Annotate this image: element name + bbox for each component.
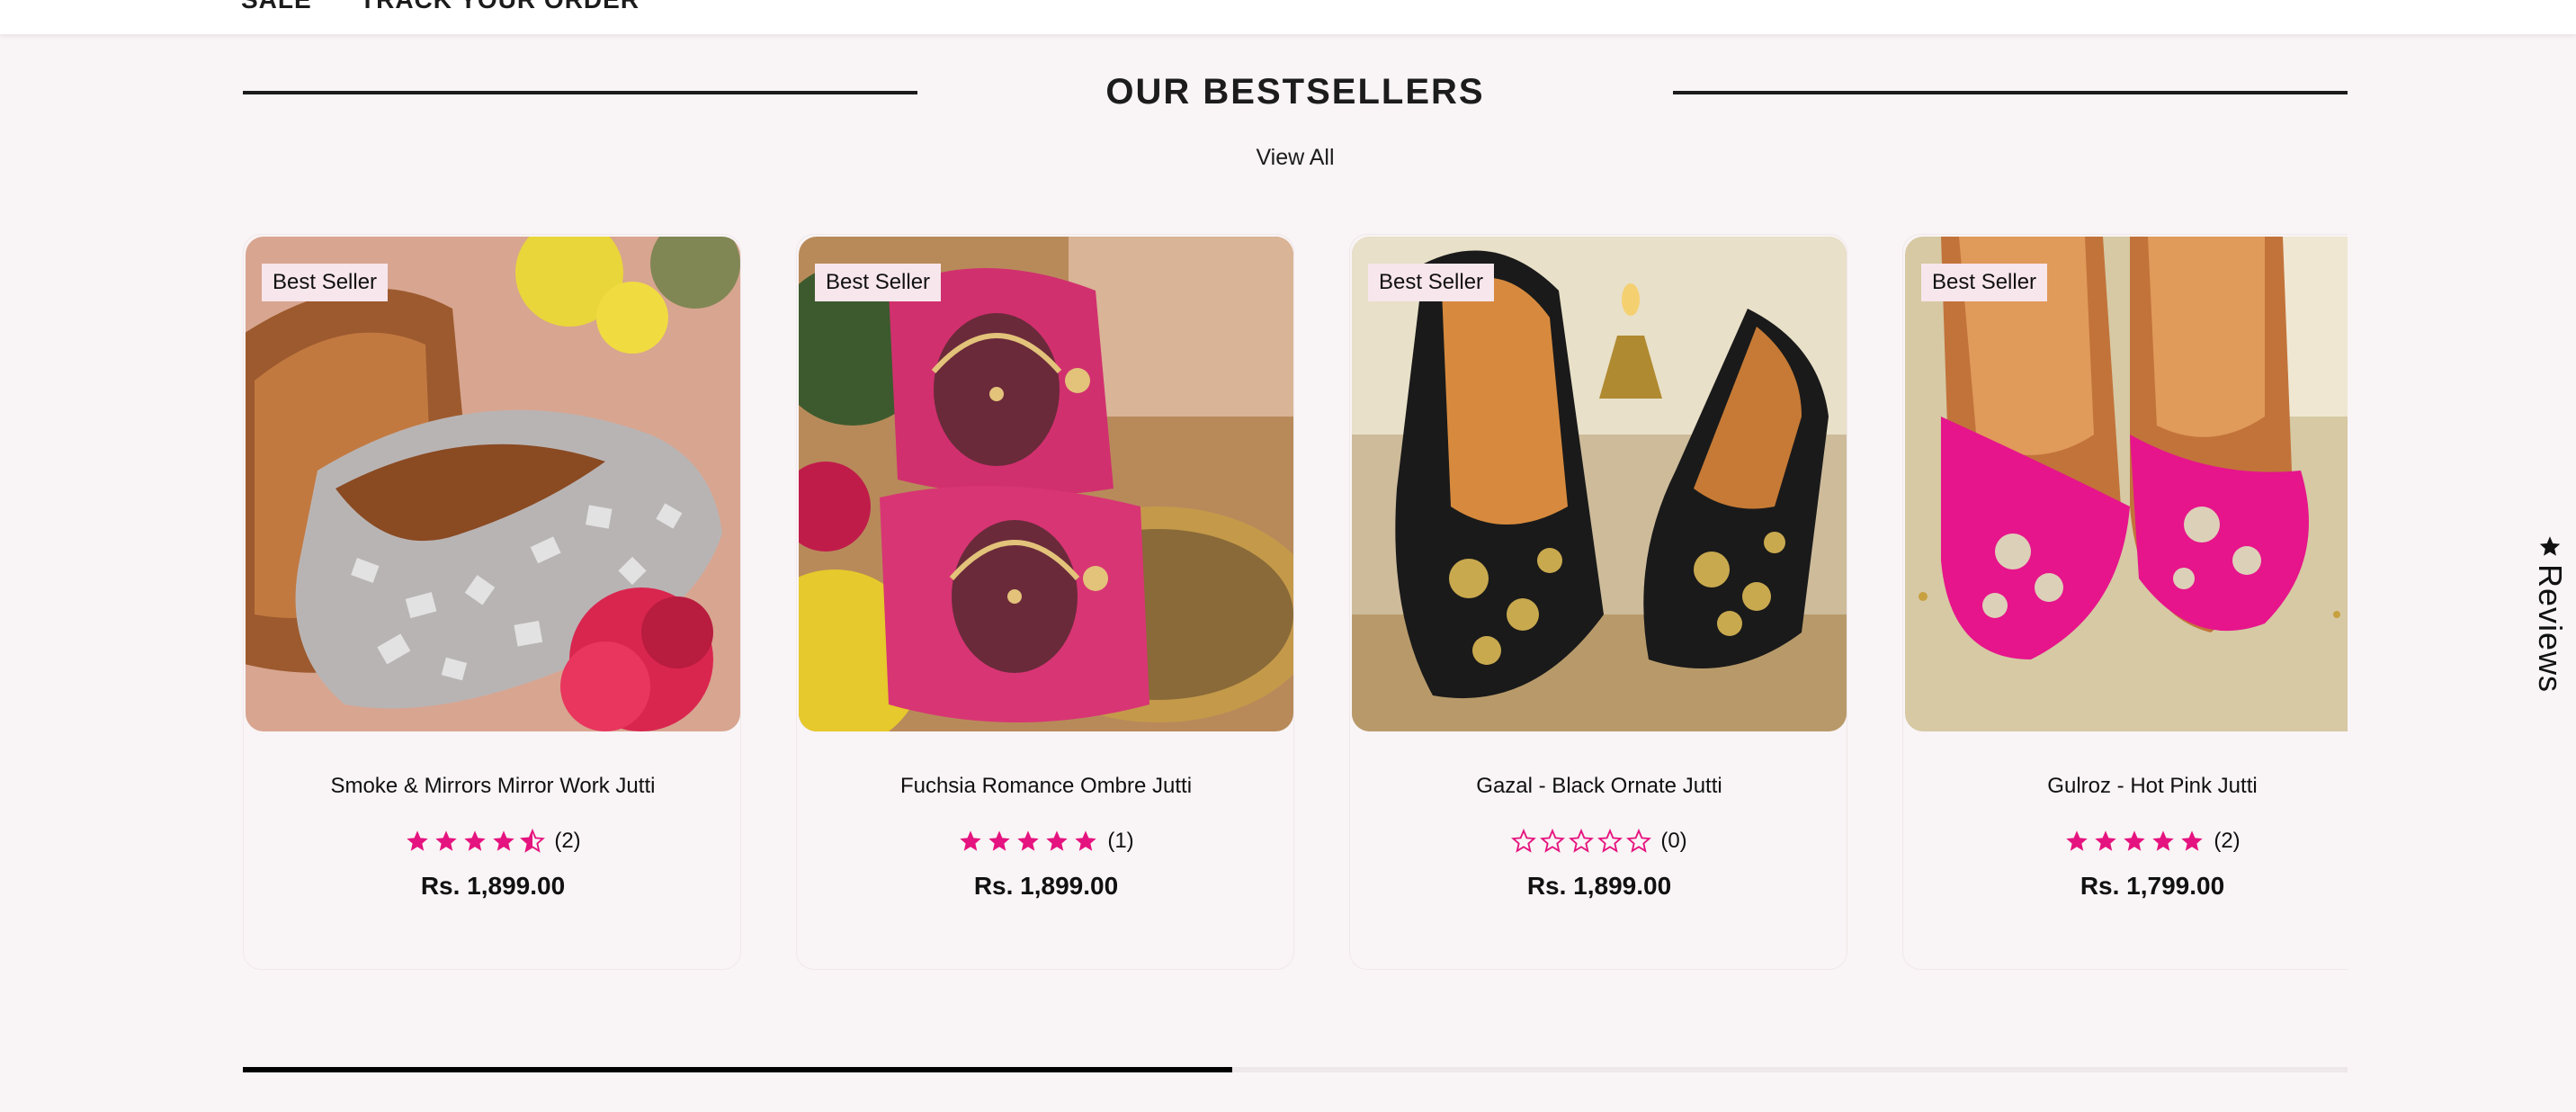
star-full-icon: [1046, 830, 1068, 851]
heading-divider-right: [1673, 91, 2348, 94]
star-empty-icon: [1597, 829, 1623, 853]
product-card[interactable]: Best Seller Smoke & Mirrors Mirror Work …: [243, 234, 741, 970]
section-title: OUR BESTSELLERS: [1105, 72, 1485, 112]
carousel-scrollbar-thumb[interactable]: [243, 1067, 1232, 1072]
product-image-art: [799, 237, 1293, 731]
product-image-art: [1905, 237, 2348, 731]
product-price: Rs. 1,899.00: [1526, 872, 1672, 900]
star-half-icon: [520, 829, 546, 853]
product-image[interactable]: [799, 237, 1293, 731]
review-count: (0): [1660, 829, 1687, 853]
product-price: Rs. 1,899.00: [973, 872, 1119, 900]
product-rating: (1): [797, 829, 1295, 854]
product-image[interactable]: [1905, 237, 2348, 731]
star-empty-icon: [1569, 829, 1595, 853]
product-image-art: [1352, 237, 1847, 731]
star-full-icon: [2152, 830, 2174, 851]
star-full-icon: [464, 830, 486, 851]
reviews-label: Reviews: [2532, 563, 2569, 693]
star-empty-icon: [1540, 829, 1566, 853]
section-heading: OUR BESTSELLERS: [243, 65, 2348, 119]
product-image[interactable]: [246, 237, 740, 731]
star-full-icon: [988, 830, 1010, 851]
star-full-icon: [407, 830, 428, 851]
review-count: (1): [1107, 829, 1134, 853]
star-full-icon: [1075, 830, 1096, 851]
product-title[interactable]: Gulroz - Hot Pink Jutti: [1903, 771, 2348, 802]
product-card[interactable]: Best Seller Gazal - Black Ornate Jutti (…: [1349, 234, 1847, 970]
view-all-link[interactable]: View All: [1205, 142, 1385, 173]
best-seller-badge: Best Seller: [1368, 264, 1495, 301]
star-empty-icon: [1626, 829, 1652, 853]
product-image-art: [246, 237, 740, 731]
product-title[interactable]: Smoke & Mirrors Mirror Work Jutti: [244, 771, 742, 802]
star-full-icon: [2181, 830, 2203, 851]
review-count: (2): [2214, 829, 2241, 853]
product-carousel: Best Seller Smoke & Mirrors Mirror Work …: [243, 234, 2348, 972]
best-seller-badge: Best Seller: [1921, 264, 2048, 301]
best-seller-badge: Best Seller: [262, 264, 389, 301]
product-price: Rs. 1,799.00: [2080, 872, 2225, 900]
heading-divider-left: [243, 91, 917, 94]
top-navigation: SALE TRACK YOUR ORDER: [0, 0, 2576, 34]
nav-link-track-order[interactable]: TRACK YOUR ORDER: [360, 0, 640, 14]
product-rating: (2): [1903, 829, 2348, 854]
reviews-side-tab[interactable]: Reviews: [2524, 531, 2576, 693]
star-full-icon: [2095, 830, 2116, 851]
product-title[interactable]: Gazal - Black Ornate Jutti: [1350, 771, 1848, 802]
product-rating: (0): [1350, 829, 1848, 854]
star-full-icon: [1017, 830, 1039, 851]
product-card[interactable]: Best Seller Gulroz - Hot Pink Jutti (2) …: [1902, 234, 2348, 970]
star-empty-icon: [1511, 829, 1537, 853]
product-rating: (2): [244, 829, 742, 854]
star-full-icon: [2124, 830, 2145, 851]
nav-link-sale[interactable]: SALE: [241, 0, 312, 14]
carousel-scrollbar[interactable]: [243, 1067, 2348, 1072]
star-full-icon: [2066, 830, 2088, 851]
best-seller-badge: Best Seller: [815, 264, 942, 301]
star-full-icon: [435, 830, 457, 851]
star-full-icon: [493, 830, 514, 851]
review-count: (2): [554, 829, 581, 853]
star-full-icon: [960, 830, 981, 851]
product-card[interactable]: Best Seller Fuchsia Romance Ombre Jutti …: [796, 234, 1294, 970]
product-title[interactable]: Fuchsia Romance Ombre Jutti: [797, 771, 1295, 802]
star-icon: [2539, 536, 2561, 556]
product-image[interactable]: [1352, 237, 1847, 731]
product-price: Rs. 1,899.00: [420, 872, 566, 900]
